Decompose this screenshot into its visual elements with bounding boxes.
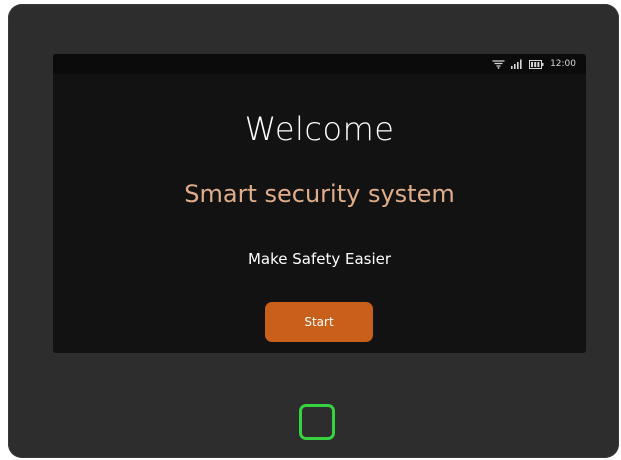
system-subtitle: Smart security system [184, 180, 455, 208]
start-button[interactable]: Start [265, 302, 373, 342]
welcome-title: Welcome [244, 110, 395, 148]
tagline: Make Safety Easier [247, 250, 392, 268]
rounded-square-indicator-icon [299, 404, 335, 440]
battery-icon [529, 59, 544, 69]
signal-icon [511, 59, 523, 69]
screen: 12:00 Welcome Smart security system Make… [53, 54, 586, 353]
status-time: 12:00 [550, 59, 576, 69]
status-bar: 12:00 [53, 54, 586, 74]
device-bezel: 12:00 Welcome Smart security system Make… [8, 4, 619, 458]
wifi-icon [492, 59, 505, 69]
